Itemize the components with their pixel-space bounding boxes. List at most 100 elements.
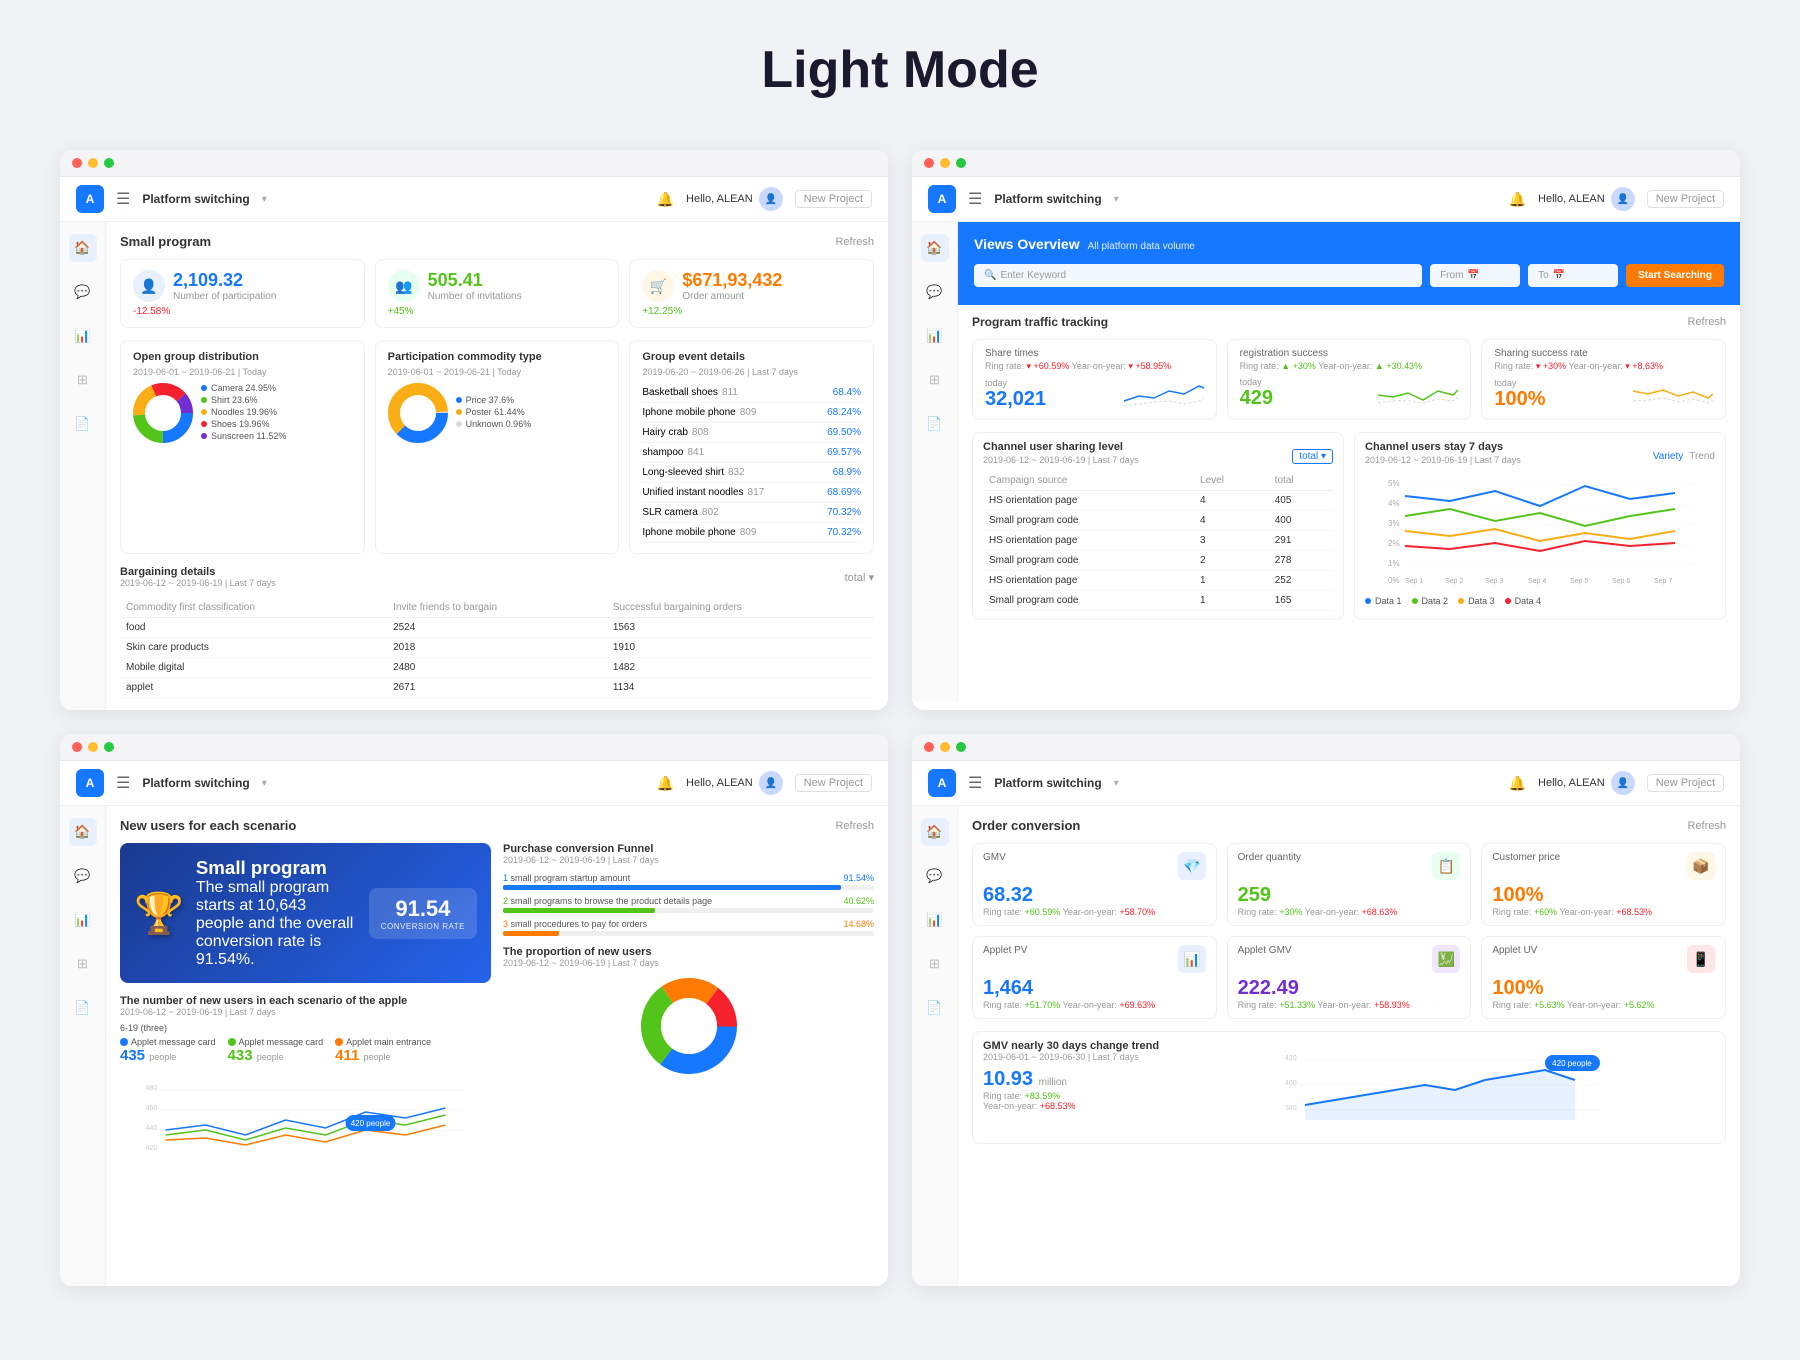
svg-text:420 people: 420 people [351, 1119, 391, 1128]
sidebar-icon-4-grid[interactable]: ⊞ [921, 950, 949, 978]
avatar-3: 👤 [759, 771, 783, 795]
bell-icon-4[interactable]: 🔔 [1509, 775, 1526, 792]
search-row: 🔍 Enter Keyword From 📅 To 📅 Start Search… [974, 264, 1724, 287]
nav-user-2: Hello, ALEAN 👤 [1538, 187, 1635, 211]
nav-platform-1[interactable]: Platform switching [142, 192, 249, 206]
svg-text:Sep 5: Sep 5 [1570, 578, 1588, 585]
open-group-chart: Open group distribution 2019-06-01 ~ 201… [120, 340, 365, 554]
stat-icon-order: 🛒 [642, 270, 674, 302]
svg-text:Sep 7: Sep 7 [1654, 578, 1672, 585]
window-chrome-4 [912, 734, 1740, 761]
refresh-btn-1[interactable]: Refresh [835, 236, 874, 248]
funnel-step-1: 1 small program startup amount 91.54% [503, 873, 874, 890]
refresh-btn-2[interactable]: Refresh [1687, 316, 1726, 328]
sidebar-icon-home[interactable]: 🏠 [69, 234, 97, 262]
new-project-btn-3[interactable]: New Project [795, 774, 872, 792]
gmv-trend-section: GMV nearly 30 days change trend 2019-06-… [972, 1031, 1726, 1144]
sidebar-icon-chart[interactable]: 📊 [69, 322, 97, 350]
menu-icon-2[interactable]: ☰ [968, 189, 982, 209]
sidebar-icon-3-home[interactable]: 🏠 [69, 818, 97, 846]
card3-right: Purchase conversion Funnel 2019-06-12 ~ … [503, 843, 874, 1165]
stat-invitations: 👥 505.41 Number of invitations +45% [375, 259, 620, 328]
sidebar-3: 🏠 💬 📊 ⊞ 📄 [60, 806, 106, 1286]
dot-yellow-2 [940, 158, 950, 168]
nav-logo-3: A [76, 769, 104, 797]
sidebar-icon-3-chart[interactable]: 📊 [69, 906, 97, 934]
group-event-details: Group event details 2019-06-20 ~ 2019-06… [629, 340, 874, 554]
nav-platform-4[interactable]: Platform switching [994, 776, 1101, 790]
menu-icon-4[interactable]: ☰ [968, 773, 982, 793]
bell-icon-1[interactable]: 🔔 [657, 191, 674, 208]
search-input[interactable]: 🔍 Enter Keyword [974, 264, 1422, 287]
section-title-4: Order conversion [972, 818, 1080, 833]
sidebar-icon-4-doc[interactable]: 📄 [921, 994, 949, 1022]
event-item: Basketball shoes81168.4% [642, 383, 861, 403]
start-searching-btn[interactable]: Start Searching [1626, 264, 1724, 287]
nav-platform-2[interactable]: Platform switching [994, 192, 1101, 206]
metric-customer-price: Customer price 📦 100% Ring rate: +60% Ye… [1481, 843, 1726, 926]
dot-yellow-4 [940, 742, 950, 752]
menu-icon-3[interactable]: ☰ [116, 773, 130, 793]
donut-chart-1 [133, 383, 193, 443]
bell-icon-2[interactable]: 🔔 [1509, 191, 1526, 208]
new-project-btn-2[interactable]: New Project [1647, 190, 1724, 208]
bell-icon-3[interactable]: 🔔 [657, 775, 674, 792]
nav-bar-4: A ☰ Platform switching ▾ 🔔 Hello, ALEAN … [912, 761, 1740, 806]
sidebar-icon-4-chart[interactable]: 📊 [921, 906, 949, 934]
svg-text:3%: 3% [1388, 519, 1400, 528]
highlight-banner: 🏆 Small program The small program starts… [120, 843, 491, 983]
svg-text:380: 380 [1285, 1105, 1297, 1112]
participation-chart: Participation commodity type 2019-06-01 … [375, 340, 620, 554]
stats-row-1: 👤 2,109.32 Number of participation -12.5… [120, 259, 874, 328]
sidebar-icon-msg[interactable]: 💬 [69, 278, 97, 306]
menu-icon-1[interactable]: ☰ [116, 189, 130, 209]
sidebar-icon-2-grid[interactable]: ⊞ [921, 366, 949, 394]
sidebar-icon-2-msg[interactable]: 💬 [921, 278, 949, 306]
sidebar-icon-3-grid[interactable]: ⊞ [69, 950, 97, 978]
sidebar-icon-3-msg[interactable]: 💬 [69, 862, 97, 890]
new-project-btn-1[interactable]: New Project [795, 190, 872, 208]
sidebar-icon-4-msg[interactable]: 💬 [921, 862, 949, 890]
dot-green-3 [104, 742, 114, 752]
avatar-1: 👤 [759, 187, 783, 211]
event-item: Unified instant noodles81768.69% [642, 483, 861, 503]
sidebar-icon-3-doc[interactable]: 📄 [69, 994, 97, 1022]
sidebar-icon-2-home[interactable]: 🏠 [921, 234, 949, 262]
card1-body: 🏠 💬 📊 ⊞ 📄 Small program Refresh 👤 [60, 222, 888, 710]
refresh-btn-3[interactable]: Refresh [835, 820, 874, 832]
proportion-pie [639, 976, 739, 1076]
to-date[interactable]: To 📅 [1528, 264, 1618, 287]
new-project-btn-4[interactable]: New Project [1647, 774, 1724, 792]
from-date[interactable]: From 📅 [1430, 264, 1520, 287]
svg-text:4%: 4% [1388, 499, 1400, 508]
nav-platform-3[interactable]: Platform switching [142, 776, 249, 790]
page-title: Light Mode [0, 0, 1800, 130]
nav-logo-4: A [928, 769, 956, 797]
refresh-btn-4[interactable]: Refresh [1687, 820, 1726, 832]
sidebar-icon-doc[interactable]: 📄 [69, 410, 97, 438]
metric-gmv: GMV 💎 68.32 Ring rate: +60.59% Year-on-y… [972, 843, 1217, 926]
stat-val-order: $671,93,432 [682, 270, 782, 291]
sidebar-icon-4-home[interactable]: 🏠 [921, 818, 949, 846]
svg-text:420 people: 420 people [1552, 1059, 1592, 1068]
card4-body: 🏠 💬 📊 ⊞ 📄 Order conversion Refresh GMV [912, 806, 1740, 1286]
event-item: Hairy crab80869.50% [642, 423, 861, 443]
sidebar-icon-2-doc[interactable]: 📄 [921, 410, 949, 438]
card-views-overview: A ☰ Platform switching ▾ 🔔 Hello, ALEAN … [912, 150, 1740, 710]
table-row: HS orientation page1252 [983, 571, 1333, 591]
age-line-chart: 480 460 440 420 420 people [120, 1070, 491, 1160]
event-item: Iphone mobile phone80970.32% [642, 523, 861, 543]
card-new-users: A ☰ Platform switching ▾ 🔔 Hello, ALEAN … [60, 734, 888, 1286]
metric-applet-pv: Applet PV 📊 1,464 Ring rate: +51.70% Yea… [972, 936, 1217, 1019]
svg-text:Sep 2: Sep 2 [1445, 578, 1463, 585]
metric-registration: registration success Ring rate: ▲ +30% Y… [1227, 339, 1472, 420]
channel-table: Campaign source Level total HS orientati… [983, 471, 1333, 611]
sidebar-icon-grid[interactable]: ⊞ [69, 366, 97, 394]
dot-green-2 [956, 158, 966, 168]
table-row: HS orientation page3291 [983, 531, 1333, 551]
sidebar-icon-2-chart[interactable]: 📊 [921, 322, 949, 350]
bargaining-section: Bargaining details 2019-06-12 ~ 2019-06-… [120, 566, 874, 698]
table-row: Mobile digital24801482 [120, 658, 874, 678]
card3-body: 🏠 💬 📊 ⊞ 📄 New users for each scenario Re… [60, 806, 888, 1286]
traffic-metrics: Share times Ring rate: ▾ +60.59% Year-on… [972, 339, 1726, 420]
